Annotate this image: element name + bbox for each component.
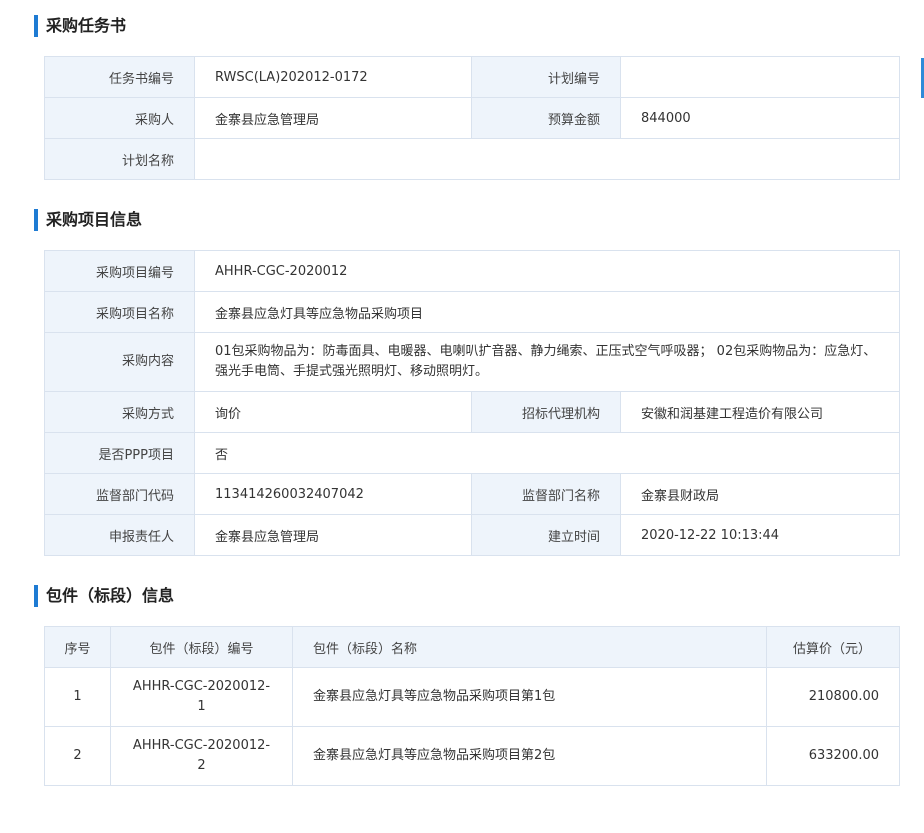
table-row: 申报责任人 金寨县应急管理局 建立时间 2020-12-22 10:13:44 [44, 514, 900, 556]
column-header: 包件（标段）名称 [292, 626, 767, 668]
package-name: 金寨县应急灯具等应急物品采购项目第1包 [292, 667, 767, 727]
agency-value: 安徽和润基建工程造价有限公司 [620, 391, 900, 433]
page-content: 采购任务书 任务书编号 RWSC(LA)202012-0172 计划编号 采购人… [0, 0, 910, 833]
field-label: 建立时间 [471, 514, 621, 556]
section-title-packages: 包件（标段）信息 [34, 585, 174, 607]
package-price: 210800.00 [766, 667, 900, 727]
table-header-row: 序号 包件（标段）编号 包件（标段）名称 估算价（元） [44, 626, 900, 668]
task-table: 任务书编号 RWSC(LA)202012-0172 计划编号 采购人 金寨县应急… [44, 56, 900, 180]
plan-code-value [620, 56, 900, 98]
task-code-value: RWSC(LA)202012-0172 [194, 56, 472, 98]
package-code-cell: AHHR-CGC-2020012-2 [110, 726, 293, 786]
package-no: 1 [44, 667, 111, 727]
supervisor-code-value: 113414260032407042 [194, 473, 472, 515]
budget-value: 844000 [620, 97, 900, 139]
column-header: 包件（标段）编号 [110, 626, 293, 668]
plan-name-value [194, 138, 900, 180]
table-row: 采购项目编号 AHHR-CGC-2020012 [44, 250, 900, 292]
table-row: 计划名称 [44, 138, 900, 180]
supervisor-name-value: 金寨县财政局 [620, 473, 900, 515]
project-content-value: 01包采购物品为：防毒面具、电暖器、电喇叭扩音器、静力绳索、正压式空气呼吸器； … [194, 332, 900, 392]
table-row: 采购方式 询价 招标代理机构 安徽和润基建工程造价有限公司 [44, 391, 900, 433]
package-code-cell: AHHR-CGC-2020012-1 [110, 667, 293, 727]
table-row: 采购人 金寨县应急管理局 预算金额 844000 [44, 97, 900, 139]
table-row: 采购项目名称 金寨县应急灯具等应急物品采购项目 [44, 291, 900, 333]
table-row: 任务书编号 RWSC(LA)202012-0172 计划编号 [44, 56, 900, 98]
package-code: AHHR-CGC-2020012-1 [132, 679, 271, 714]
package-no: 2 [44, 726, 111, 786]
package-price: 633200.00 [766, 726, 900, 786]
purchaser-value: 金寨县应急管理局 [194, 97, 472, 139]
field-label: 监督部门名称 [471, 473, 621, 515]
field-label: 预算金额 [471, 97, 621, 139]
table-row: 采购内容 01包采购物品为：防毒面具、电暖器、电喇叭扩音器、静力绳索、正压式空气… [44, 332, 900, 392]
section-title-task: 采购任务书 [34, 15, 126, 37]
project-code-value: AHHR-CGC-2020012 [194, 250, 900, 292]
responsible-value: 金寨县应急管理局 [194, 514, 472, 556]
field-label: 任务书编号 [44, 56, 195, 98]
table-row: 1 AHHR-CGC-2020012-1 金寨县应急灯具等应急物品采购项目第1包… [44, 667, 900, 727]
table-row: 2 AHHR-CGC-2020012-2 金寨县应急灯具等应急物品采购项目第2包… [44, 726, 900, 786]
field-label: 计划名称 [44, 138, 195, 180]
table-row: 是否PPP项目 否 [44, 432, 900, 474]
field-label: 采购项目编号 [44, 250, 195, 292]
package-name: 金寨县应急灯具等应急物品采购项目第2包 [292, 726, 767, 786]
project-table: 采购项目编号 AHHR-CGC-2020012 采购项目名称 金寨县应急灯具等应… [44, 250, 900, 556]
field-label: 招标代理机构 [471, 391, 621, 433]
packages-table: 序号 包件（标段）编号 包件（标段）名称 估算价（元） 1 AHHR-CGC-2… [44, 626, 900, 786]
field-label: 是否PPP项目 [44, 432, 195, 474]
field-label: 采购方式 [44, 391, 195, 433]
field-label: 采购内容 [44, 332, 195, 392]
field-label: 采购项目名称 [44, 291, 195, 333]
field-label: 采购人 [44, 97, 195, 139]
column-header: 序号 [44, 626, 111, 668]
ppp-value: 否 [194, 432, 900, 474]
column-header: 估算价（元） [766, 626, 900, 668]
method-value: 询价 [194, 391, 472, 433]
table-row: 监督部门代码 113414260032407042 监督部门名称 金寨县财政局 [44, 473, 900, 515]
field-label: 监督部门代码 [44, 473, 195, 515]
project-name-value: 金寨县应急灯具等应急物品采购项目 [194, 291, 900, 333]
field-label: 计划编号 [471, 56, 621, 98]
section-title-project: 采购项目信息 [34, 209, 142, 231]
field-label: 申报责任人 [44, 514, 195, 556]
created-time-value: 2020-12-22 10:13:44 [620, 514, 900, 556]
package-code: AHHR-CGC-2020012-2 [132, 738, 271, 773]
